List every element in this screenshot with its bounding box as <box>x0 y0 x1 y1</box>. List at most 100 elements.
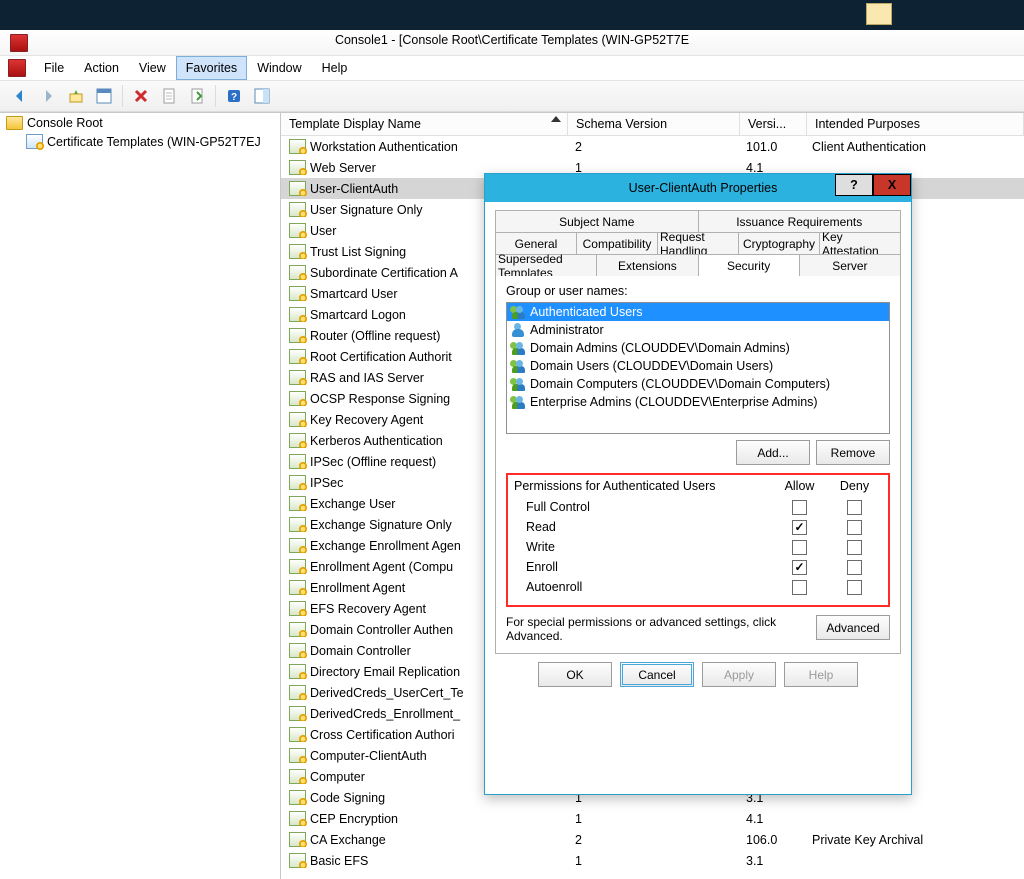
column-intended-purposes[interactable]: Intended Purposes <box>807 113 1024 135</box>
deny-checkbox[interactable] <box>847 560 862 575</box>
principal-item[interactable]: Enterprise Admins (CLOUDDEV\Enterprise A… <box>507 393 889 411</box>
principal-item[interactable]: Administrator <box>507 321 889 339</box>
template-icon <box>289 580 306 595</box>
group-icon <box>510 395 526 409</box>
principal-name: Domain Users (CLOUDDEV\Domain Users) <box>530 359 773 373</box>
permissions-box: Permissions for Authenticated Users Allo… <box>506 473 890 607</box>
tab-extensions[interactable]: Extensions <box>596 254 698 276</box>
column-version[interactable]: Versi... <box>740 113 807 135</box>
template-row[interactable]: Basic EFS13.1 <box>281 850 1024 871</box>
template-row[interactable]: CA Exchange2106.0Private Key Archival <box>281 829 1024 850</box>
dialog-titlebar[interactable]: User-ClientAuth Properties ? X <box>485 174 911 202</box>
menu-help[interactable]: Help <box>312 56 358 80</box>
dialog-close-button[interactable]: X <box>873 174 911 196</box>
template-icon <box>289 601 306 616</box>
tree-child-cert-templates[interactable]: Certificate Templates (WIN-GP52T7EJ <box>0 132 280 151</box>
tab-key-attestation[interactable]: Key Attestation <box>819 232 901 254</box>
template-name-cell: CA Exchange <box>310 833 386 847</box>
principal-item[interactable]: Authenticated Users <box>507 303 889 321</box>
template-name-cell: EFS Recovery Agent <box>310 602 426 616</box>
tab-cryptography[interactable]: Cryptography <box>738 232 820 254</box>
show-hide-tree-button[interactable] <box>92 84 116 108</box>
template-name-cell: Basic EFS <box>310 854 368 868</box>
back-button[interactable] <box>8 84 32 108</box>
template-icon <box>289 769 306 784</box>
allow-checkbox[interactable] <box>792 580 807 595</box>
template-name-cell: IPSec (Offline request) <box>310 455 436 469</box>
template-icon <box>289 454 306 469</box>
forward-button[interactable] <box>36 84 60 108</box>
template-icon <box>289 790 306 805</box>
allow-checkbox[interactable] <box>792 500 807 515</box>
remove-button[interactable]: Remove <box>816 440 890 465</box>
up-button[interactable] <box>64 84 88 108</box>
tree-root-label: Console Root <box>27 116 103 130</box>
menu-window[interactable]: Window <box>247 56 311 80</box>
principal-item[interactable]: Domain Computers (CLOUDDEV\Domain Comput… <box>507 375 889 393</box>
tree-root[interactable]: Console Root <box>0 113 280 132</box>
group-icon <box>510 359 526 373</box>
template-icon <box>289 412 306 427</box>
template-icon <box>289 853 306 868</box>
apply-button[interactable]: Apply <box>702 662 776 687</box>
template-name-cell: Computer <box>310 770 365 784</box>
dialog-footer-help-button[interactable]: Help <box>784 662 858 687</box>
template-name-cell: Enrollment Agent <box>310 581 405 595</box>
deny-header: Deny <box>827 479 882 493</box>
principal-name: Domain Computers (CLOUDDEV\Domain Comput… <box>530 377 830 391</box>
deny-checkbox[interactable] <box>847 520 862 535</box>
permission-name: Full Control <box>514 500 772 514</box>
template-name-cell: Exchange Enrollment Agen <box>310 539 461 553</box>
template-icon <box>289 664 306 679</box>
menu-action[interactable]: Action <box>74 56 129 80</box>
template-icon <box>289 160 306 175</box>
folder-icon <box>6 116 23 130</box>
cancel-button[interactable]: Cancel <box>620 662 694 687</box>
window-title: Console1 - [Console Root\Certificate Tem… <box>0 33 1024 47</box>
properties-button[interactable] <box>157 84 181 108</box>
principal-item[interactable]: Domain Users (CLOUDDEV\Domain Users) <box>507 357 889 375</box>
template-name-cell: Enrollment Agent (Compu <box>310 560 453 574</box>
dialog-body: Subject NameIssuance Requirements Genera… <box>485 202 911 654</box>
principal-name: Authenticated Users <box>530 305 643 319</box>
advanced-hint-text: For special permissions or advanced sett… <box>506 615 806 643</box>
tab-superseded-templates[interactable]: Superseded Templates <box>495 254 597 276</box>
template-name-cell: Workstation Authentication <box>310 140 458 154</box>
toggle-actions-pane-button[interactable] <box>250 84 274 108</box>
dialog-help-button[interactable]: ? <box>835 174 873 196</box>
allow-checkbox[interactable] <box>792 520 807 535</box>
security-tab-page: Group or user names: Authenticated Users… <box>495 276 901 654</box>
ok-button[interactable]: OK <box>538 662 612 687</box>
purpose-cell: Private Key Archival <box>804 833 1024 847</box>
export-list-button[interactable] <box>185 84 209 108</box>
template-icon <box>289 265 306 280</box>
template-icon <box>289 391 306 406</box>
menu-favorites[interactable]: Favorites <box>176 56 247 80</box>
document-sysmenu-icon[interactable] <box>8 59 26 77</box>
schema-cell: 1 <box>567 812 738 826</box>
template-name-cell: Root Certification Authorit <box>310 350 452 364</box>
deny-checkbox[interactable] <box>847 580 862 595</box>
principal-list[interactable]: Authenticated Users AdministratorDomain A… <box>506 302 890 434</box>
tab-request-handling[interactable]: Request Handling <box>657 232 739 254</box>
column-schema-version[interactable]: Schema Version <box>568 113 740 135</box>
menu-view[interactable]: View <box>129 56 176 80</box>
add-button[interactable]: Add... <box>736 440 810 465</box>
allow-checkbox[interactable] <box>792 540 807 555</box>
deny-checkbox[interactable] <box>847 500 862 515</box>
delete-button[interactable] <box>129 84 153 108</box>
principal-item[interactable]: Domain Admins (CLOUDDEV\Domain Admins) <box>507 339 889 357</box>
advanced-button[interactable]: Advanced <box>816 615 890 640</box>
column-template-name[interactable]: Template Display Name <box>281 113 568 135</box>
tree-pane[interactable]: Console Root Certificate Templates (WIN-… <box>0 113 281 879</box>
help-button[interactable]: ? <box>222 84 246 108</box>
tab-server[interactable]: Server <box>799 254 901 276</box>
deny-checkbox[interactable] <box>847 540 862 555</box>
allow-checkbox[interactable] <box>792 560 807 575</box>
tab-security[interactable]: Security <box>698 254 800 276</box>
titlebar: Console1 - [Console Root\Certificate Tem… <box>0 30 1024 56</box>
properties-dialog: User-ClientAuth Properties ? X Subject N… <box>484 173 912 795</box>
template-row[interactable]: CEP Encryption14.1 <box>281 808 1024 829</box>
template-row[interactable]: Workstation Authentication2101.0Client A… <box>281 136 1024 157</box>
menu-file[interactable]: File <box>34 56 74 80</box>
